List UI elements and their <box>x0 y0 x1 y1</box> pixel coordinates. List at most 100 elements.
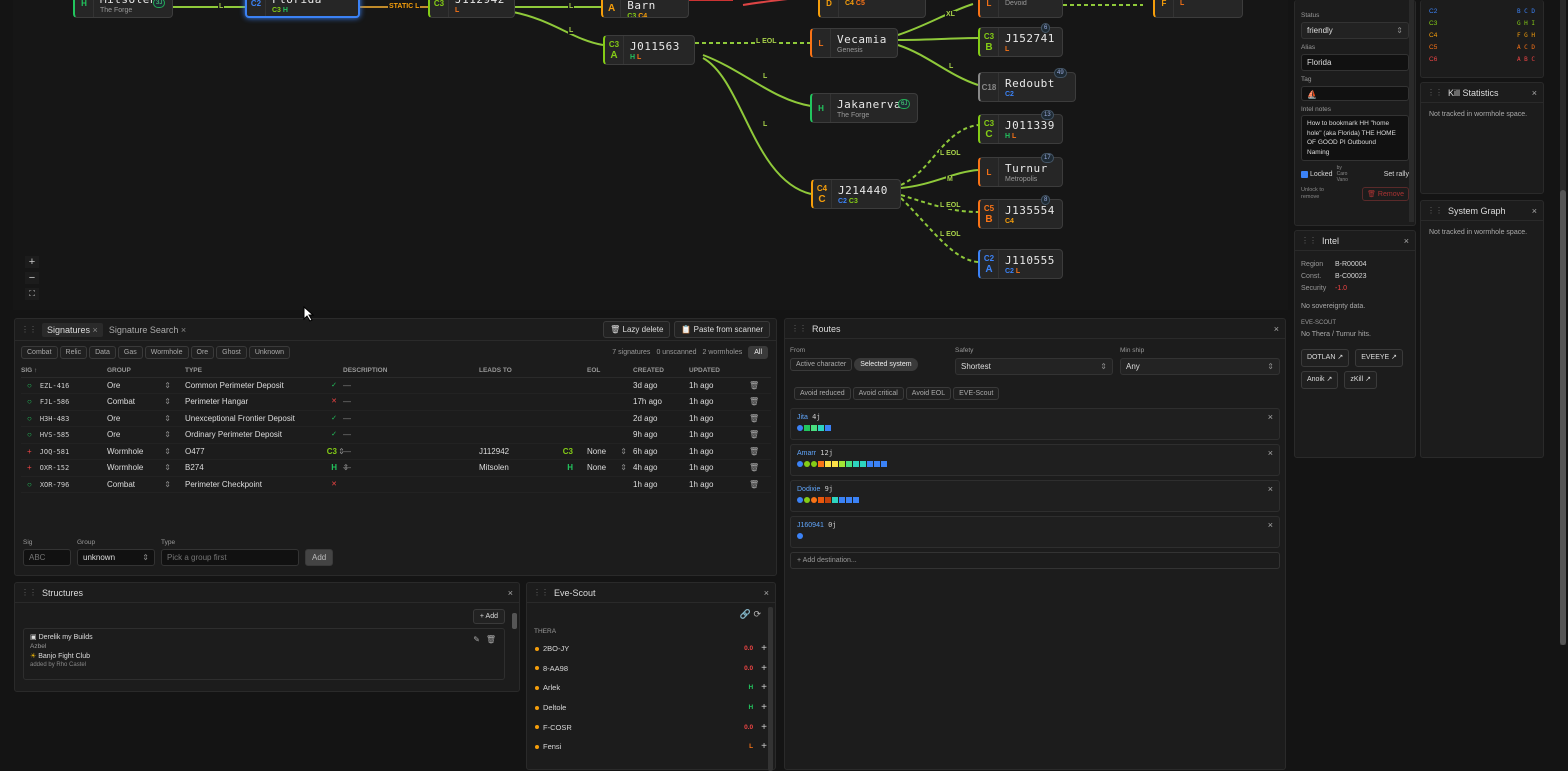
trash-icon[interactable]: 🗑 <box>749 463 759 472</box>
group-select[interactable]: unknown ⇕ <box>77 549 155 566</box>
map-node-j112942[interactable]: C3 J112942L <box>428 0 515 18</box>
avoid-option[interactable]: Avoid critical <box>852 387 904 400</box>
eol-cell[interactable]: None ⇕ <box>587 443 633 460</box>
status-select[interactable]: friendly ⇕ <box>1301 22 1409 39</box>
scrollbar[interactable] <box>512 613 517 629</box>
trash-icon[interactable]: 🗑 <box>749 447 759 456</box>
drag-handle-icon[interactable]: ⋮⋮ <box>21 325 37 334</box>
filter-wormhole[interactable]: Wormhole <box>144 346 189 359</box>
table-row[interactable]: + JOQ-581 Wormhole ⇕ O477 C3 ⇕ — J112942 C3 None ⇕ 6… <box>21 443 771 460</box>
map-node-j110555[interactable]: C2 A J110555 C2 L <box>978 249 1063 279</box>
drag-handle-icon[interactable]: ⋮⋮ <box>1427 88 1443 97</box>
description-cell[interactable]: — <box>343 426 479 444</box>
description-cell[interactable]: — <box>343 377 479 394</box>
description-cell[interactable]: — <box>343 410 479 427</box>
paste-scanner-button[interactable]: 📋 Paste from scanner <box>674 321 770 338</box>
description-cell[interactable]: — <box>343 443 479 460</box>
map-node-j135554[interactable]: C5 B J135554 C4 <box>978 199 1063 229</box>
close-icon[interactable]: × <box>508 588 513 598</box>
close-icon[interactable]: × <box>1532 206 1537 216</box>
zoom-out-button[interactable]: − <box>25 272 39 284</box>
leads-to-cell[interactable]: Mitsolen H <box>479 459 587 477</box>
map-node-nodeF[interactable]: FL <box>1153 0 1243 18</box>
tab-signature-search[interactable]: Signature Search × <box>109 325 186 335</box>
fit-view-button[interactable]: ⛶ <box>25 288 39 300</box>
list-item[interactable]: Deltole H + <box>527 698 775 718</box>
close-icon[interactable]: × <box>181 325 186 335</box>
list-item[interactable]: Arlek H + <box>527 678 775 698</box>
tag-input[interactable]: ⛵ <box>1301 86 1409 101</box>
min-ship-select[interactable]: Any ⇕ <box>1120 358 1280 375</box>
map-node-florida[interactable]: C2 FloridaC3 H <box>245 0 360 18</box>
alias-input[interactable]: Florida <box>1301 54 1409 71</box>
close-icon[interactable]: × <box>1268 520 1273 530</box>
close-icon[interactable]: × <box>1268 412 1273 422</box>
eol-cell[interactable] <box>587 393 633 411</box>
plus-icon[interactable]: + <box>761 663 767 674</box>
filter-ghost[interactable]: Ghost <box>216 346 247 359</box>
filter-ore[interactable]: Ore <box>190 346 215 359</box>
map-node-vecamia[interactable]: L Vecamia Genesis <box>810 28 898 58</box>
description-cell[interactable] <box>343 476 479 493</box>
trash-icon[interactable]: 🗑 <box>749 430 759 439</box>
close-icon[interactable]: × <box>1274 324 1279 334</box>
table-row[interactable]: ○ EZL-416 Ore ⇕ Common Perimeter Deposit ✓ — 3d… <box>21 377 771 394</box>
link-icon[interactable]: 🔗 <box>740 609 751 619</box>
leads-to-cell[interactable] <box>479 377 587 394</box>
from-selected-system[interactable]: Selected system <box>854 358 918 371</box>
link-eveeye[interactable]: EVEEYE ↗ <box>1355 349 1404 367</box>
locked-checkbox[interactable] <box>1301 170 1308 178</box>
close-icon[interactable]: × <box>1268 448 1273 458</box>
scrollbar[interactable] <box>768 607 773 771</box>
trash-icon[interactable]: 🗑 <box>749 381 759 390</box>
type-cell[interactable]: O477 C3 ⇕ <box>185 443 345 460</box>
table-row[interactable]: ○ HVS-585 Ore ⇕ Ordinary Perimeter Deposit ✓ —… <box>21 426 771 444</box>
link-dotlan[interactable]: DOTLAN ↗ <box>1301 349 1350 367</box>
close-icon[interactable]: × <box>764 588 769 598</box>
add-signature-button[interactable]: Add <box>305 549 334 566</box>
col-sig[interactable]: SIG ↑ <box>21 364 107 378</box>
add-structure-button[interactable]: + Add <box>472 609 505 624</box>
trash-icon[interactable]: 🗑 <box>749 397 759 406</box>
table-row[interactable]: ○ XOR-796 Combat ⇕ Perimeter Checkpoint ✕ 1h a… <box>21 476 771 493</box>
route-item[interactable]: Dodixie 9j × <box>790 480 1280 512</box>
edit-icon[interactable]: ✎ <box>473 635 480 644</box>
plus-icon[interactable]: + <box>761 741 767 752</box>
route-item[interactable]: Amarr 12j × <box>790 444 1280 476</box>
intel-notes-textarea[interactable]: How to bookmark HH "home hole" (aka Flor… <box>1301 115 1409 161</box>
route-item[interactable]: J160941 0j × <box>790 516 1280 548</box>
trash-icon[interactable]: 🗑 <box>749 480 759 489</box>
type-cell[interactable]: Perimeter Hangar ✕ <box>185 393 343 411</box>
map-node-j152741[interactable]: C3 B J152741 L <box>978 27 1063 57</box>
group-cell[interactable]: Ore ⇕ <box>107 426 185 444</box>
list-item[interactable]: 2BO-JY 0.0 + <box>527 639 775 659</box>
close-icon[interactable]: × <box>93 325 98 335</box>
type-cell[interactable]: Ordinary Perimeter Deposit ✓ <box>185 426 343 444</box>
avoid-option[interactable]: Avoid reduced <box>794 387 851 400</box>
trash-icon[interactable]: 🗑 <box>749 414 759 423</box>
plus-icon[interactable]: + <box>761 702 767 713</box>
close-icon[interactable]: × <box>1268 484 1273 494</box>
page-scrollbar[interactable] <box>1560 0 1566 645</box>
sig-input[interactable] <box>23 549 71 566</box>
close-icon[interactable]: × <box>1404 236 1409 246</box>
leads-to-cell[interactable] <box>479 476 587 493</box>
list-item[interactable]: F-COSR 0.0 + <box>527 717 775 737</box>
drag-handle-icon[interactable]: ⋮⋮ <box>1301 236 1317 245</box>
table-row[interactable]: ○ H3H-483 Ore ⇕ Unexceptional Frontier Depos… <box>21 410 771 427</box>
leads-to-cell[interactable]: J112942 C3 <box>479 443 587 460</box>
scrollbar-thumb[interactable] <box>1560 190 1566 645</box>
tab-signatures[interactable]: Signatures × <box>42 322 103 337</box>
from-active-character[interactable]: Active character <box>790 358 853 371</box>
group-cell[interactable]: Wormhole ⇕ <box>107 443 185 460</box>
table-row[interactable]: ○ FJL-586 Combat ⇕ Perimeter Hangar ✕ — 17h ago… <box>21 393 771 411</box>
plus-icon[interactable]: + <box>761 722 767 733</box>
eol-cell[interactable] <box>587 426 633 444</box>
filter-all[interactable]: All <box>748 346 768 359</box>
group-cell[interactable]: Combat ⇕ <box>107 393 185 411</box>
list-item[interactable]: 8-AA98 0.0 + <box>527 659 775 679</box>
drag-handle-icon[interactable]: ⋮⋮ <box>791 324 807 333</box>
map-node-nodeD[interactable]: D C4 C5 <box>818 0 926 18</box>
route-item[interactable]: Jita 4j × <box>790 408 1280 440</box>
lazy-delete-button[interactable]: 🗑 Lazy delete <box>603 321 671 338</box>
